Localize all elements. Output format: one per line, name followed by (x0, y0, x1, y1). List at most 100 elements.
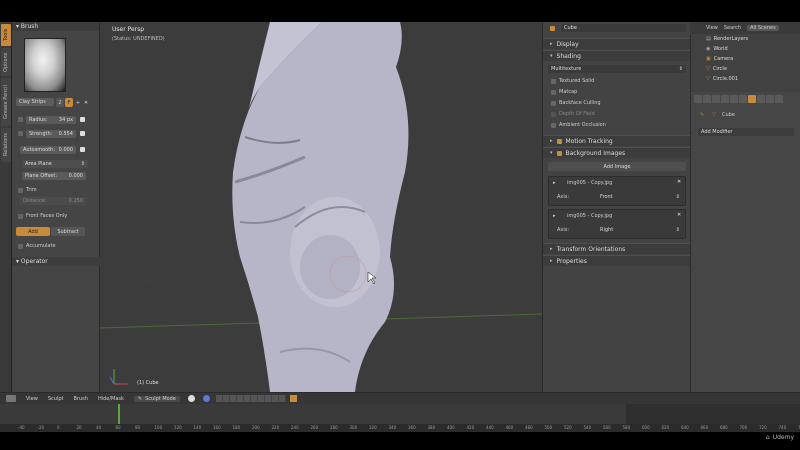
outliner-view-menu[interactable]: View (706, 25, 718, 31)
view-menu[interactable]: View (26, 396, 38, 402)
accumulate-checkbox[interactable] (18, 244, 23, 249)
strength-lock-icon[interactable] (18, 131, 23, 136)
modifiers-tab-icon[interactable] (748, 95, 756, 103)
mode-value: Sculpt Mode (145, 395, 176, 402)
viewport-3d[interactable]: User Persp (Status: UNDEFINED) (1) Cube (100, 22, 542, 392)
outliner-item-circle001[interactable]: ▽ Circle.001 (706, 76, 738, 82)
tab-tools[interactable]: Tools (1, 24, 11, 46)
tab-grease-pencil[interactable]: Grease Pencil (1, 78, 11, 126)
axis-select[interactable]: Right ⇕ (597, 226, 683, 234)
shading-panel-header[interactable]: ▾ Shading (543, 50, 691, 61)
autosmooth-field[interactable]: Autosmooth: 0.000 (20, 146, 76, 154)
remove-image-icon[interactable]: ✕ (677, 179, 681, 185)
expand-icon: ▸ (550, 138, 553, 144)
data-tab-icon[interactable] (757, 95, 765, 103)
textured-solid-checkbox[interactable] (551, 79, 556, 84)
add-button[interactable]: Add (16, 227, 50, 236)
brush-name-field[interactable]: Clay Strips (16, 98, 54, 106)
texture-tab-icon[interactable] (775, 95, 783, 103)
render-tab-icon[interactable] (694, 95, 702, 103)
constraints-tab-icon[interactable] (739, 95, 747, 103)
fake-user-button[interactable]: F (65, 98, 73, 107)
outliner-item-renderlayers[interactable]: ▤ RenderLayers (706, 36, 748, 42)
frame-tick: 360 (408, 425, 416, 430)
remove-brush-icon[interactable]: ✕ (82, 98, 90, 107)
radius-pressure-icon[interactable] (80, 117, 85, 122)
brush-panel-header[interactable]: ▾ Brush (12, 22, 99, 31)
distance-field[interactable]: Distance: 0.250 (20, 197, 86, 205)
world-icon: ◉ (706, 46, 711, 52)
hide-mask-menu[interactable]: Hide/Mask (98, 396, 124, 402)
pivot-icon[interactable] (202, 395, 210, 402)
expand-icon[interactable]: ▸ (553, 213, 556, 219)
mode-select[interactable]: ✎ Sculpt Mode (133, 395, 180, 402)
transform-orientations-header[interactable]: ▸ Transform Orientations (543, 243, 691, 254)
backface-culling-checkbox[interactable] (551, 101, 556, 106)
add-modifier-select[interactable]: Add Modifier (698, 128, 794, 136)
autosmooth-label: Autosmooth: (23, 147, 56, 153)
radius-field[interactable]: Radius: 34 px (26, 116, 76, 124)
world-tab-icon[interactable] (721, 95, 729, 103)
depth-of-field-checkbox[interactable] (551, 112, 556, 117)
sculpt-menu[interactable]: Sculpt (48, 396, 64, 402)
outliner-item-camera[interactable]: ▣ Camera (706, 56, 733, 62)
motion-tracking-header[interactable]: ▸ Motion Tracking (543, 135, 691, 146)
layers-tab-icon[interactable] (703, 95, 711, 103)
motion-tracking-checkbox[interactable] (556, 138, 562, 144)
toolshelf-tabs: Tools Options Grease Pencil Relations (0, 22, 12, 392)
shading-solid-icon[interactable] (187, 395, 195, 402)
frame-tick: 0 (57, 425, 60, 430)
outliner-search-menu[interactable]: Search (724, 25, 741, 31)
strength-pressure-icon[interactable] (80, 131, 85, 136)
matcap-label: Matcap (559, 89, 578, 95)
remove-image-icon[interactable]: ✕ (677, 212, 681, 218)
radius-lock-icon[interactable] (18, 117, 23, 122)
background-images-checkbox[interactable] (556, 150, 562, 156)
frame-tick: -20 (37, 425, 45, 430)
tab-options[interactable]: Options (1, 48, 11, 76)
outliner-item-circle[interactable]: ▽ Circle (706, 66, 727, 72)
axis-select[interactable]: Front ⇕ (597, 193, 683, 201)
outliner-scenes-select[interactable]: All Scenes (747, 25, 779, 31)
subtract-button[interactable]: Subtract (51, 227, 85, 236)
properties-header[interactable]: ▸ Properties (543, 255, 691, 266)
object-name-field[interactable]: Cube (561, 24, 686, 32)
strength-label: Strength: (29, 131, 53, 137)
layer-buttons[interactable] (215, 395, 286, 402)
object-name-value: Cube (564, 25, 577, 31)
add-image-button[interactable]: Add Image (548, 162, 686, 171)
plane-select[interactable]: Area Plane ⇕ (22, 160, 88, 168)
trim-checkbox[interactable] (18, 188, 23, 193)
properties-editor (690, 92, 800, 392)
plane-offset-field[interactable]: Plane Offset: 0.000 (22, 172, 86, 180)
outliner-item-label: RenderLayers (713, 36, 749, 42)
axis-value: Right (600, 227, 614, 233)
timeline[interactable] (0, 404, 800, 424)
add-brush-icon[interactable]: + (74, 98, 82, 107)
outliner-item-world[interactable]: ◉ World (706, 46, 728, 52)
curve-icon: ▽ (706, 66, 710, 72)
strength-field[interactable]: Strength: 0.554 (26, 130, 76, 138)
scene-tab-icon[interactable] (712, 95, 720, 103)
matcap-checkbox[interactable] (551, 90, 556, 95)
front-faces-checkbox[interactable] (18, 214, 23, 219)
ambient-occlusion-checkbox[interactable] (551, 123, 556, 128)
display-title: Display (556, 40, 579, 48)
brush-menu[interactable]: Brush (74, 396, 88, 402)
material-tab-icon[interactable] (766, 95, 774, 103)
current-frame-marker[interactable] (118, 404, 120, 424)
operator-panel-header[interactable]: ▾ Operator (12, 257, 100, 266)
tab-relations[interactable]: Relations (1, 128, 11, 162)
shading-mode-select[interactable]: Multitexture ⇕ (548, 65, 686, 73)
dropdown-icon: ⇕ (678, 66, 683, 72)
object-tab-icon[interactable] (730, 95, 738, 103)
lock-camera-icon[interactable] (289, 395, 297, 402)
editor-type-icon[interactable] (6, 395, 16, 402)
display-panel-header[interactable]: ▸ Display (543, 38, 691, 49)
brush-users[interactable]: 2 (56, 98, 64, 107)
autosmooth-pressure-icon[interactable] (80, 147, 85, 152)
expand-icon[interactable]: ▸ (553, 180, 556, 186)
brush-preview[interactable] (24, 38, 66, 92)
background-images-header[interactable]: ▾ Background Images (543, 147, 691, 158)
brush-name: Clay Strips (19, 99, 46, 105)
